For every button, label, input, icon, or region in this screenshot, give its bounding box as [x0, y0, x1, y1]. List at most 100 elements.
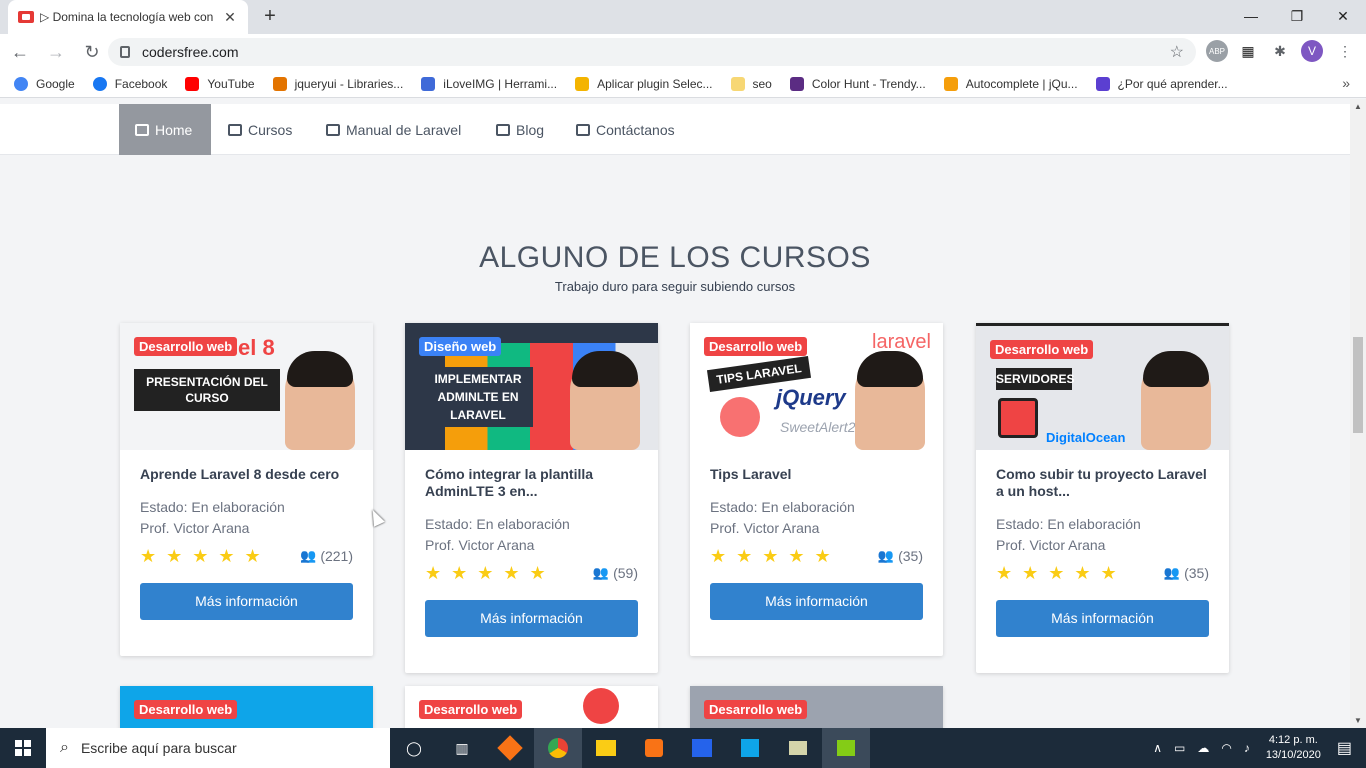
- more-info-button[interactable]: Más información: [425, 600, 638, 637]
- start-button[interactable]: [0, 728, 46, 768]
- nav-cursos[interactable]: Cursos: [228, 104, 292, 155]
- windows-logo-icon: [15, 740, 31, 756]
- course-status: Estado: En elaboración: [710, 499, 855, 515]
- wifi-icon[interactable]: ◠: [1221, 741, 1231, 755]
- course-thumbnail[interactable]: SERVIDORES DigitalOcean Desarrollo web: [976, 323, 1229, 450]
- task-view-icon[interactable]: ▥: [438, 728, 486, 768]
- github-icon: [720, 397, 760, 437]
- nav-blog[interactable]: Blog: [496, 104, 544, 155]
- course-title[interactable]: Tips Laravel: [710, 466, 923, 483]
- bookmark-colorhunt[interactable]: Color Hunt - Trendy...: [789, 76, 926, 91]
- clock-time: 4:12 p. m.: [1268, 734, 1318, 746]
- lock-icon: [120, 46, 130, 58]
- star-rating-icon: ★★★★★: [996, 562, 1127, 583]
- instructor-photo: [285, 351, 355, 450]
- address-bar[interactable]: codersfree.com ☆: [108, 38, 1196, 66]
- chrome-icon[interactable]: [534, 728, 582, 768]
- course-thumbnail[interactable]: PRESENTACIÓN DEL CURSO el 8 Desarrollo w…: [120, 323, 373, 450]
- bookmark-autocomplete[interactable]: Autocomplete | jQu...: [943, 76, 1078, 91]
- notifications-icon[interactable]: ▤: [1337, 738, 1352, 758]
- back-icon[interactable]: ←: [4, 36, 36, 68]
- recorder-icon[interactable]: [822, 728, 870, 768]
- browser-tab[interactable]: ▷ Domina la tecnología web con ✕: [8, 0, 248, 34]
- nav-home[interactable]: Home: [119, 104, 211, 155]
- bookmark-plugin[interactable]: Aplicar plugin Selec...: [575, 76, 713, 91]
- bookmark-facebook[interactable]: Facebook: [92, 76, 167, 91]
- scrollbar-thumb[interactable]: [1353, 337, 1363, 433]
- xampp-icon[interactable]: [630, 728, 678, 768]
- course-thumbnail[interactable]: laravel TIPS LARAVEL jQuery SweetAlert2 …: [690, 323, 943, 450]
- star-rating-icon: ★★★★★: [140, 545, 271, 566]
- course-card: laravel TIPS LARAVEL jQuery SweetAlert2 …: [690, 323, 943, 656]
- close-window-button[interactable]: ✕: [1320, 0, 1366, 32]
- scroll-down-icon[interactable]: ▼: [1354, 716, 1362, 725]
- instructor-photo: [855, 351, 925, 450]
- heart-icon: [421, 76, 436, 91]
- vscode-icon[interactable]: [726, 728, 774, 768]
- category-badge: Desarrollo web: [704, 700, 808, 719]
- course-author: Prof. Victor Arana: [996, 537, 1106, 553]
- users-icon: 👥: [300, 548, 317, 563]
- onedrive-icon[interactable]: ☁: [1197, 741, 1209, 755]
- course-thumbnail[interactable]: Desarrollo web: [690, 686, 943, 728]
- nav-manual-laravel[interactable]: Manual de Laravel: [326, 104, 461, 155]
- course-title[interactable]: Cómo integrar la plantilla AdminLTE 3 en…: [425, 466, 638, 500]
- scroll-up-icon[interactable]: ▲: [1354, 102, 1362, 111]
- course-status: Estado: En elaboración: [996, 516, 1141, 532]
- file-explorer-icon[interactable]: [582, 728, 630, 768]
- laptop-icon: [228, 123, 242, 136]
- battery-icon[interactable]: ▭: [1174, 741, 1185, 755]
- more-info-button[interactable]: Más información: [710, 583, 923, 620]
- bookmarks-more-icon[interactable]: »: [1342, 75, 1350, 91]
- students-count: 👥 (59): [592, 565, 638, 581]
- chevron-up-icon[interactable]: ∧: [1153, 741, 1162, 755]
- section-title: ALGUNO DE LOS CURSOS: [479, 241, 871, 274]
- google-icon: [14, 76, 28, 91]
- app-icon[interactable]: [774, 728, 822, 768]
- new-tab-button[interactable]: +: [258, 4, 282, 28]
- course-rating: ★★★★★ 👥 (35): [710, 545, 923, 567]
- course-thumbnail[interactable]: IMPLEMENTAR ADMINLTE EN LARAVEL Diseño w…: [405, 323, 658, 450]
- extensions-icon[interactable]: ✱: [1269, 40, 1291, 62]
- bookmark-iloveimg[interactable]: iLoveIMG | Herrami...: [421, 76, 557, 91]
- bookmark-google[interactable]: Google: [14, 76, 75, 91]
- bookmark-star-icon[interactable]: ☆: [1170, 42, 1184, 62]
- taskbar-search[interactable]: ⌕ Escribe aquí para buscar: [46, 728, 390, 768]
- more-info-button[interactable]: Más información: [996, 600, 1209, 637]
- bookmark-jqueryui[interactable]: jqueryui - Libraries...: [272, 76, 403, 91]
- restore-button[interactable]: ❐: [1274, 0, 1320, 32]
- close-tab-icon[interactable]: ✕: [222, 9, 238, 26]
- bookmark-seo[interactable]: seo: [730, 76, 772, 91]
- git-icon[interactable]: [486, 728, 534, 768]
- jquery-logo: jQuery: [776, 385, 846, 410]
- system-clock[interactable]: 4:12 p. m. 13/10/2020: [1266, 733, 1321, 763]
- more-info-button[interactable]: Más información: [140, 583, 353, 620]
- course-thumbnail[interactable]: Desarrollo web: [120, 686, 373, 728]
- thumb-caption: PRESENTACIÓN DEL CURSO: [134, 369, 280, 411]
- minimize-button[interactable]: —: [1228, 0, 1274, 32]
- adblock-icon[interactable]: ABP: [1206, 40, 1228, 62]
- volume-icon[interactable]: ♪: [1244, 741, 1250, 755]
- course-title[interactable]: Aprende Laravel 8 desde cero: [140, 466, 353, 483]
- tab-title: ▷ Domina la tecnología web con: [40, 10, 214, 24]
- url-text: codersfree.com: [142, 44, 239, 60]
- page-scrollbar[interactable]: ▲ ▼: [1350, 99, 1366, 728]
- course-thumbnail[interactable]: Desarrollo web: [405, 686, 658, 728]
- forward-icon[interactable]: →: [40, 36, 72, 68]
- profile-avatar[interactable]: V: [1301, 40, 1323, 62]
- reload-icon[interactable]: ↻: [76, 36, 108, 68]
- browser-menu-icon[interactable]: ⋮: [1334, 40, 1356, 62]
- nav-contactanos[interactable]: Contáctanos: [576, 104, 675, 155]
- students-count: 👥 (221): [300, 548, 353, 564]
- bookmark-youtube[interactable]: YouTube: [185, 76, 255, 91]
- site-favicon-icon: [18, 11, 34, 23]
- bookmark-porque[interactable]: ¿Por qué aprender...: [1095, 76, 1228, 91]
- qr-code-icon[interactable]: ▦: [1237, 40, 1259, 62]
- category-badge: Desarrollo web: [419, 700, 523, 719]
- course-rating: ★★★★★ 👥 (35): [996, 562, 1209, 584]
- course-card: IMPLEMENTAR ADMINLTE EN LARAVEL Diseño w…: [405, 323, 658, 673]
- word-icon[interactable]: [678, 728, 726, 768]
- browser-tab-strip: ▷ Domina la tecnología web con ✕ + — ❐ ✕: [0, 0, 1366, 34]
- cortana-icon[interactable]: ◯: [390, 728, 438, 768]
- course-title[interactable]: Como subir tu proyecto Laravel a un host…: [996, 466, 1209, 500]
